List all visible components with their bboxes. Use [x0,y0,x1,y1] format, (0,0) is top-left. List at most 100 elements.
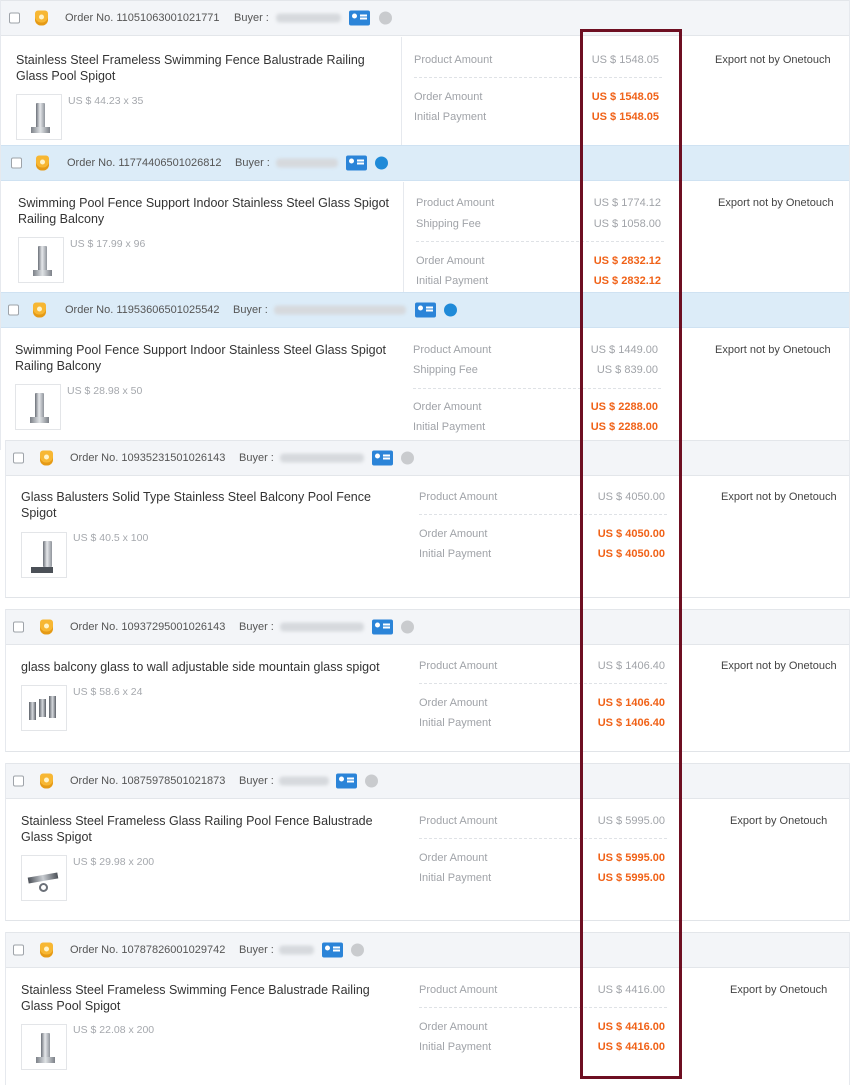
unit-price: US $ 40.5 x 100 [73,532,149,544]
order-number: Order No. 10937295001026143 [70,621,226,633]
order-select-checkbox[interactable] [13,944,24,956]
contact-card-icon[interactable] [349,10,370,26]
chat-status-icon[interactable] [444,303,457,317]
order-card: Order No. 10787826001029742 Buyer : Stai… [5,932,850,1085]
order-number: Order No. 10935231501026143 [70,452,226,464]
rail-ring [39,883,48,892]
order-card: Order No. 10935231501026143 Buyer : Glas… [5,440,850,598]
order-number-link[interactable]: 10935231501026143 [121,452,225,464]
product-thumbnail[interactable] [21,532,67,578]
order-amount-label: Order Amount [416,255,485,267]
product-title[interactable]: Swimming Pool Fence Support Indoor Stain… [18,196,398,227]
order-number-link[interactable]: 10787826001029742 [121,944,225,956]
product-title[interactable]: glass balcony glass to wall adjustable s… [21,660,401,676]
chat-status-icon[interactable] [379,11,392,25]
order-select-checkbox[interactable] [9,12,20,24]
clamp-part [49,696,56,718]
contact-card-icon[interactable] [372,450,393,466]
buyer-name-redacted [279,776,329,786]
order-number-link[interactable]: 10937295001026143 [121,621,225,633]
order-number: Order No. 11774406501026812 [67,157,222,169]
order-number-link[interactable]: 11953606501025542 [116,304,219,316]
order-card: Order No. 11953606501025542 Buyer : Swim… [0,292,850,450]
buyer-name-redacted [276,158,338,168]
product-amount-label: Product Amount [416,197,495,209]
product-title[interactable]: Stainless Steel Frameless Glass Railing … [21,814,391,845]
order-select-checkbox[interactable] [13,452,24,464]
chat-status-icon[interactable] [375,156,388,170]
chat-status-icon[interactable] [401,620,414,634]
order-select-checkbox[interactable] [8,304,19,316]
chat-status-icon[interactable] [401,451,414,465]
product-amount-label: Product Amount [419,660,498,672]
order-number-link[interactable]: 11051063001021771 [116,12,219,24]
initial-payment-value: US $ 4416.00 [597,1041,665,1053]
dashed-divider [419,514,667,515]
spigot-base [31,567,53,573]
product-title[interactable]: Swimming Pool Fence Support Indoor Stain… [15,343,395,374]
order-card: Order No. 11774406501026812 Buyer : Swim… [0,145,850,297]
order-select-checkbox[interactable] [13,621,24,633]
spigot-image [36,103,45,129]
export-status: Export not by Onetouch [721,491,837,503]
order-amount-value: US $ 4050.00 [597,528,665,540]
dashed-divider [419,1007,667,1008]
order-amount-label: Order Amount [414,91,483,103]
buyer-label: Buyer : [239,775,274,787]
unit-price: US $ 28.98 x 50 [67,385,143,397]
dashed-divider [419,683,667,684]
column-divider [401,37,402,148]
unit-price: US $ 29.98 x 200 [73,856,155,868]
contact-card-icon[interactable] [346,155,367,171]
initial-payment-label: Initial Payment [419,1041,492,1053]
dashed-divider [419,838,667,839]
product-thumbnail[interactable] [21,1024,67,1070]
buyer-label: Buyer : [239,452,274,464]
initial-payment-value: US $ 1406.40 [597,717,665,729]
product-thumbnail[interactable] [21,685,67,731]
shipping-fee-label: Shipping Fee [413,364,478,376]
chat-status-icon[interactable] [365,774,378,788]
unit-price: US $ 44.23 x 35 [68,95,144,107]
clamp-part [39,699,46,717]
order-amount-value: US $ 5995.00 [597,852,665,864]
order-card: Order No. 11051063001021771 Buyer : Stai… [0,0,850,148]
chat-status-icon[interactable] [351,943,364,957]
product-amount-value: US $ 1548.05 [591,54,659,66]
order-amount-label: Order Amount [413,401,482,413]
order-header: Order No. 10787826001029742 Buyer : [6,932,849,968]
dashed-divider [413,388,661,389]
buyer-name-redacted [274,305,406,315]
product-title[interactable]: Stainless Steel Frameless Swimming Fence… [16,53,376,84]
gold-supplier-medal-icon [35,10,48,26]
spigot-base [36,1057,55,1063]
order-number: Order No. 10875978501021873 [70,775,226,787]
product-thumbnail[interactable] [18,237,64,283]
product-amount-label: Product Amount [419,984,498,996]
product-amount-label: Product Amount [419,815,498,827]
export-status: Export not by Onetouch [718,197,834,209]
product-thumbnail[interactable] [15,384,61,430]
order-number: Order No. 10787826001029742 [70,944,226,956]
contact-card-icon[interactable] [415,302,436,318]
contact-card-icon[interactable] [372,619,393,635]
product-thumbnail[interactable] [21,855,67,901]
export-status: Export not by Onetouch [715,54,831,66]
order-number-link[interactable]: 10875978501021873 [121,775,225,787]
order-card: Order No. 10937295001026143 Buyer : glas… [5,609,850,752]
initial-payment-value: US $ 2288.00 [590,421,658,433]
gold-supplier-medal-icon [40,450,53,466]
order-select-checkbox[interactable] [13,775,24,787]
shipping-fee-label: Shipping Fee [416,218,481,230]
contact-card-icon[interactable] [336,773,357,789]
order-select-checkbox[interactable] [11,157,22,169]
contact-card-icon[interactable] [322,942,343,958]
product-thumbnail[interactable] [16,94,62,140]
gold-supplier-medal-icon [40,773,53,789]
order-amount-label: Order Amount [419,528,488,540]
product-title[interactable]: Glass Balusters Solid Type Stainless Ste… [21,490,391,521]
order-number-link[interactable]: 11774406501026812 [118,157,221,169]
order-amount-value: US $ 2288.00 [590,401,658,413]
product-amount-value: US $ 1449.00 [590,344,658,356]
product-title[interactable]: Stainless Steel Frameless Swimming Fence… [21,983,391,1014]
